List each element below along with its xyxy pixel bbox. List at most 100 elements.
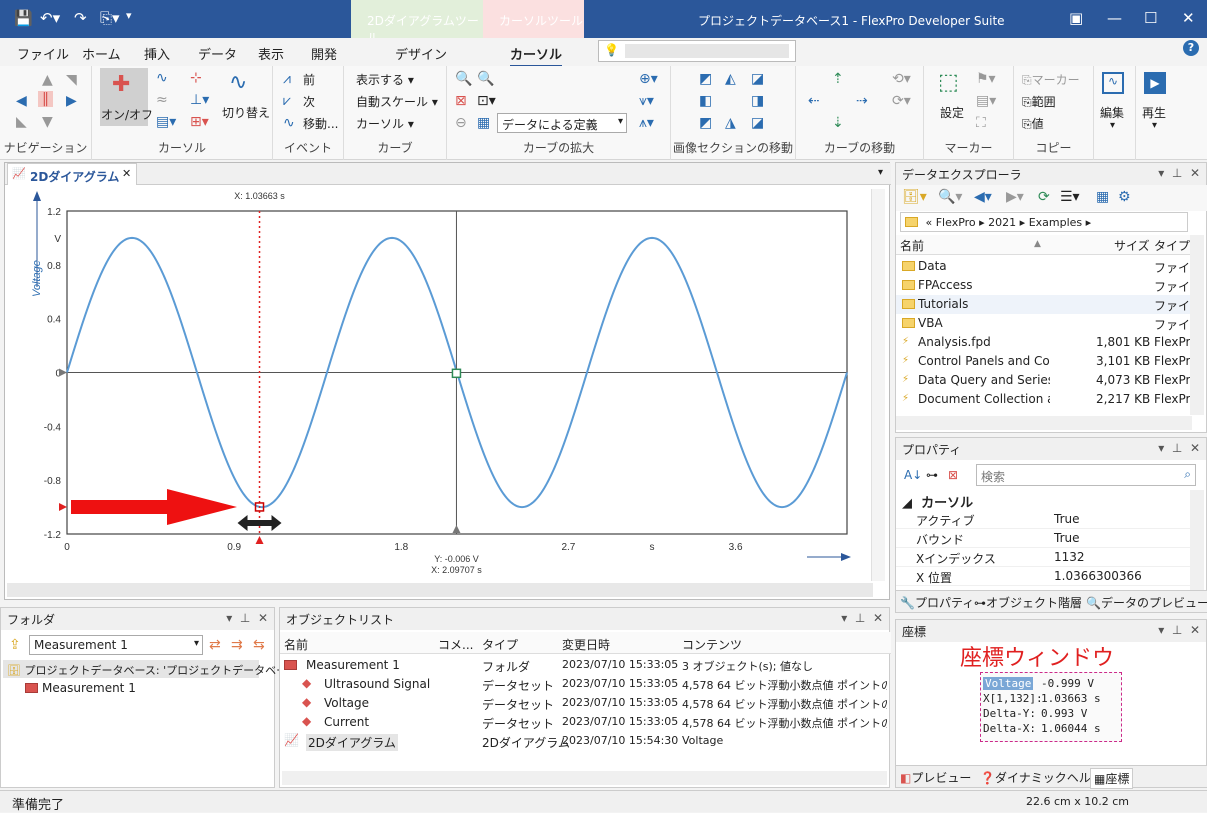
cursor-grid-icon[interactable]: ⊞▾ [190,114,209,130]
zoom-out-icon[interactable]: ⊖ [455,115,467,131]
nav-down-icon[interactable]: ▼ [42,114,53,130]
zoom-x-icon[interactable]: ⩚▾ [639,115,654,131]
sort-az-icon[interactable]: A↓ [904,467,922,483]
tab-view[interactable]: 表示 [258,44,284,63]
cursor-2-marker[interactable] [451,368,462,379]
obj-col-comment[interactable]: コメ... [438,636,473,653]
breadcrumb-flexpro[interactable]: FlexPro [936,216,976,229]
tell-me-input[interactable]: 💡 [598,40,796,62]
properties-panel-buttons[interactable]: ▾ ⊥ ✕ [1158,441,1200,455]
tab-coordinates[interactable]: ▦座標 [1090,768,1134,789]
object-row[interactable]: ◆ Ultrasound Signal データセット 2023/07/10 15:33… [280,675,889,694]
property-value[interactable]: True [1054,531,1080,545]
object-row[interactable]: Measurement 1 フォルダ 2023/07/10 15:33:05 3 オブ… [280,656,889,675]
breadcrumb-examples[interactable]: Examples [1029,216,1082,229]
coordinates-panel-buttons[interactable]: ▾ ⊥ ✕ [1158,623,1200,637]
switch-button[interactable]: 切り替え [222,104,270,121]
object-row[interactable]: ◆ Voltage データセット 2023/07/10 15:33:05 4,578 6… [280,694,889,713]
switch-icon[interactable]: ∿ [229,70,247,95]
redo-icon[interactable]: ↷ [74,9,87,27]
tab-data[interactable]: データ [198,44,237,63]
tab-dynamic-help[interactable]: ❓ダイナミックヘルプ [980,769,1103,786]
copy-range-button[interactable]: ⎘範囲 [1022,93,1056,110]
curve-move-left-icon[interactable]: ⇠ [808,93,820,109]
minimize-button[interactable]: — [1107,9,1122,27]
prev-event-button[interactable]: 前 [303,71,315,88]
explorer-search-icon[interactable]: 🔍▾ [938,189,962,205]
refresh-icon[interactable]: ⟳ [1038,189,1050,205]
tab-home[interactable]: ホーム [82,44,121,63]
obj-col-date[interactable]: 変更日時 [562,636,610,653]
explorer-item[interactable]: ⚡ Data Query and Series ... 4,073 KBFlexPr [896,371,1190,390]
cursor-dropdown[interactable]: カーソル ▾ [356,115,414,132]
undo-icon[interactable]: ↶▾ [40,9,60,27]
marker-icon-3[interactable]: ⛶ [976,115,986,131]
maximize-button[interactable]: ☐ [1144,9,1157,27]
obj-col-type[interactable]: タイプ [482,636,518,653]
edit-icon[interactable]: ∿ [1102,72,1124,94]
explorer-item[interactable]: ⚡ Analysis.fpd 1,801 KB FlexPr [896,333,1190,352]
property-row[interactable]: Xインデックス 1132 [896,548,1190,567]
object-row[interactable]: 📈 2Dダイアグラム 2Dダイアグラム 2023/07/10 15:54:30 Volt… [280,732,889,751]
marker-icon-2[interactable]: ▤▾ [976,93,996,109]
tab-properties[interactable]: 🔧プロパティ [900,594,974,611]
folder-tree-item[interactable]: Measurement 1 [21,679,140,697]
calculator-icon[interactable]: ▦ [1096,189,1109,205]
settings-button[interactable]: 設定 [940,104,964,121]
settings-icon[interactable]: ⬚ [938,70,959,95]
properties-section[interactable]: ◢ カーソル [896,490,1190,511]
display-dropdown[interactable]: 表示する ▾ [356,71,414,88]
move-left-icon[interactable]: ◧ [699,93,712,109]
close-button[interactable]: ✕ [1182,9,1195,27]
col-type[interactable]: タイプ [1154,237,1190,254]
tab-develop[interactable]: 開発 [311,44,337,63]
curve-move-up-icon[interactable]: ⇡ [832,71,844,87]
cursor-cross-icon[interactable]: ⊹ [190,70,202,86]
curve-move-right-icon[interactable]: ⇢ [856,93,868,109]
nav-pause-icon[interactable]: ‖ [38,91,53,107]
edit-dropdown-icon[interactable]: ▾ [1110,120,1115,131]
explorer-item[interactable]: VBA ファイル [896,314,1190,333]
explorer-item[interactable]: ⚡ Document Collection a... 2,217 KBFlexPr [896,390,1190,409]
zoom-definition-combo[interactable]: データによる定義 ▾ [497,113,627,133]
folder-tree-root[interactable]: 🗄 プロジェクトデータベース: 'プロジェクトデータベース1' [3,660,308,678]
diagram-hscroll[interactable] [7,583,873,597]
tab-preview[interactable]: ◧プレビュー [900,769,971,786]
properties-delete-icon[interactable]: ⊠ [948,467,958,483]
nav-up-icon[interactable]: ▲ [42,72,53,88]
curve-move-y-icon[interactable]: ⟳▾ [892,93,911,109]
cursor-2-y-handle[interactable] [59,368,67,377]
move-ur-icon[interactable]: ◪ [751,71,764,87]
col-name[interactable]: 名前 [900,237,924,254]
cursor-table-icon[interactable]: ▤▾ [156,114,176,130]
marker-icon-1[interactable]: ⚑▾ [976,71,996,87]
diagram-tab[interactable]: 📈 2Dダイアグラム ✕ [7,163,137,185]
property-row[interactable]: アクティブ True [896,510,1190,529]
explorer-settings-icon[interactable]: ⚙ [1118,189,1131,205]
play-button[interactable]: 再生 [1142,104,1166,121]
diagram-tab-menu-icon[interactable]: ▾ [878,167,883,178]
object-list-panel-buttons[interactable]: ▾ ⊥ ✕ [841,611,883,625]
curve-move-down-icon[interactable]: ⇣ [832,115,844,131]
voltage-chart[interactable]: 1.2V0.80.40-0.4-0.8-1.20 0.9 1.8 2.7 s 3.6Vol… [7,187,883,587]
next-event-button[interactable]: 次 [303,93,315,110]
folder-panel-buttons[interactable]: ▾ ⊥ ✕ [226,611,268,625]
obj-col-name[interactable]: 名前 [284,636,308,653]
move-ul-icon[interactable]: ◩ [699,71,712,87]
ribbon-display-icon[interactable]: ▣ [1069,9,1083,27]
explorer-breadcrumb[interactable]: « FlexPro ▸ 2021 ▸ Examples ▸ [900,212,1188,232]
property-value[interactable]: 1132 [1054,550,1085,564]
folder-combo[interactable]: Measurement 1 ▾ [29,635,203,655]
property-value[interactable]: 1.0366300366 [1054,569,1142,583]
data-explorer-panel-buttons[interactable]: ▾ ⊥ ✕ [1158,166,1200,180]
property-row[interactable]: X 位置 1.0366300366 [896,567,1190,586]
play-dropdown-icon[interactable]: ▾ [1152,120,1157,131]
nav-corner2-icon[interactable]: ◣ [16,114,27,130]
explorer-vscroll[interactable] [1190,235,1204,415]
move-dl-icon[interactable]: ◩ [699,115,712,131]
zoom-rect-icon[interactable]: ⊠ [455,93,467,109]
zoom-icon[interactable]: 🔍 [477,71,494,87]
categorize-icon[interactable]: ⊶ [926,467,938,483]
folder-action-icon-2[interactable]: ⇉ [231,637,243,653]
tab-file[interactable]: ファイル [17,44,69,63]
